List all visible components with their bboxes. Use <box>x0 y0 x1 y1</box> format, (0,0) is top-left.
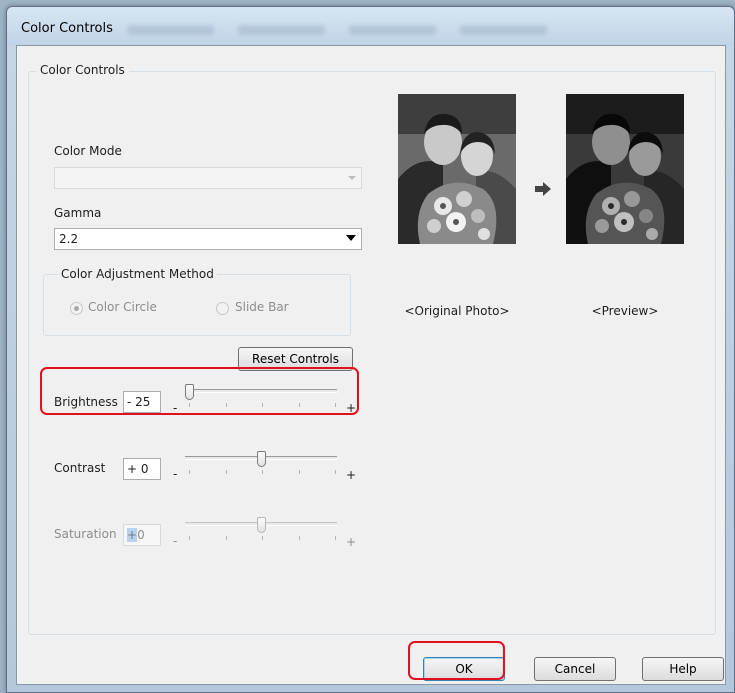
saturation-value-field[interactable]: +0 <box>123 524 161 546</box>
contrast-plus: + <box>346 468 357 482</box>
saturation-slider-thumb[interactable] <box>257 517 266 533</box>
preview-caption: <Preview> <box>591 304 659 318</box>
color-circle-label: Color Circle <box>88 300 157 314</box>
brightness-label: Brightness <box>54 395 118 409</box>
help-button[interactable]: Help <box>642 657 724 681</box>
cancel-button[interactable]: Cancel <box>534 657 616 681</box>
gamma-value: 2.2 <box>59 232 79 246</box>
group-label: Color Controls <box>36 63 129 77</box>
chevron-down-icon <box>346 235 356 241</box>
dialog-window: Color Controls Color Controls Color Mode… <box>6 6 735 693</box>
slide-bar-label: Slide Bar <box>235 300 289 314</box>
background-tabs <box>127 25 547 41</box>
dialog-client: Color Controls Color Mode Gamma 2.2 Colo… <box>16 45 726 685</box>
saturation-label: Saturation <box>54 527 117 541</box>
original-photo <box>398 94 516 244</box>
slide-bar-radio[interactable] <box>216 302 229 315</box>
title-bar: Color Controls <box>7 7 734 45</box>
color-mode-select[interactable] <box>54 167 362 189</box>
brightness-slider-track[interactable] <box>185 389 337 393</box>
contrast-label: Contrast <box>54 461 106 475</box>
adjustment-method-label: Color Adjustment Method <box>58 267 217 281</box>
saturation-number: 0 <box>137 528 145 542</box>
window-title: Color Controls <box>21 21 113 36</box>
brightness-minus: - <box>173 401 178 415</box>
color-mode-label: Color Mode <box>54 144 122 158</box>
arrow-right-icon <box>535 182 551 196</box>
preview-photo <box>566 94 684 244</box>
brightness-value-field[interactable]: - 25 <box>123 391 161 413</box>
brightness-plus: + <box>346 401 357 415</box>
contrast-value-field[interactable]: + 0 <box>123 458 161 480</box>
saturation-sign: + <box>127 528 138 542</box>
color-circle-radio[interactable] <box>70 302 83 315</box>
original-photo-caption: <Original Photo> <box>404 304 510 318</box>
ok-button[interactable]: OK <box>423 657 505 681</box>
saturation-minus: - <box>173 534 178 548</box>
chevron-down-icon <box>348 176 356 180</box>
saturation-plus: + <box>346 535 357 549</box>
contrast-slider-thumb[interactable] <box>257 451 266 467</box>
gamma-select[interactable]: 2.2 <box>54 228 362 250</box>
contrast-minus: - <box>173 467 178 481</box>
gamma-label: Gamma <box>54 206 102 220</box>
brightness-slider-thumb[interactable] <box>185 384 194 400</box>
reset-controls-button[interactable]: Reset Controls <box>238 347 353 371</box>
